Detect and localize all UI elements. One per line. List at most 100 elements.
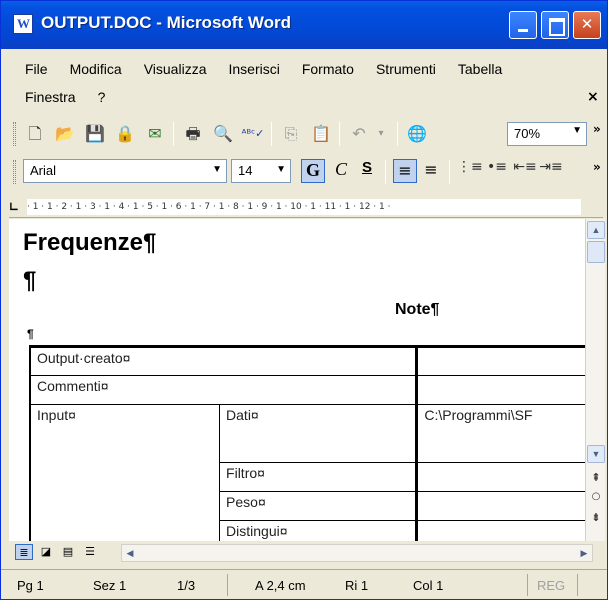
previous-page-icon[interactable]: ⇞	[588, 471, 604, 487]
toolbar-grip[interactable]	[13, 122, 16, 146]
scroll-up-icon[interactable]: ▲	[587, 221, 605, 239]
scroll-right-icon[interactable]: ▶	[576, 545, 592, 561]
horizontal-ruler[interactable]: ∟ · 1 · 1 · 2 · 1 · 3 · 1 · 4 · 1 · 5 · …	[9, 196, 603, 218]
print-icon[interactable]: 🖶	[181, 122, 205, 146]
print-layout-icon[interactable]: ▤	[59, 544, 77, 560]
table-cell[interactable]	[29, 462, 221, 492]
table-cell[interactable]: Filtro¤	[219, 462, 418, 492]
status-pages: 1/3	[177, 578, 196, 593]
table-cell[interactable]: Distingui¤	[219, 520, 418, 541]
tab-selector-icon[interactable]: ∟	[9, 199, 23, 215]
table-cell[interactable]	[415, 375, 585, 405]
email-icon[interactable]: ✉	[143, 122, 167, 146]
toolbar-grip[interactable]	[13, 160, 16, 184]
menu-strumenti[interactable]: Strumenti	[365, 61, 447, 77]
separator	[397, 122, 398, 146]
hyperlink-icon[interactable]: 🌐	[405, 122, 429, 146]
permission-icon[interactable]: 🔒	[113, 122, 137, 146]
browse-object-icon[interactable]: ○	[588, 491, 604, 507]
horizontal-scrollbar[interactable]: ◀ ▶	[121, 544, 593, 562]
window-title: OUTPUT.DOC - Microsoft Word	[41, 13, 291, 32]
menu-file[interactable]: File	[19, 61, 59, 77]
menu-help[interactable]: ?	[87, 89, 117, 105]
table-cell[interactable]	[219, 345, 418, 376]
numbering-icon[interactable]: ⋮≡	[457, 159, 483, 183]
table-row: Peso¤	[29, 491, 585, 521]
table-cell[interactable]: Peso¤	[219, 491, 418, 521]
divider	[527, 574, 528, 596]
bullets-icon[interactable]: •≡	[485, 159, 509, 183]
bold-button[interactable]: G	[301, 159, 325, 183]
next-page-icon[interactable]: ⇟	[588, 511, 604, 527]
font-name-value: Arial	[30, 163, 57, 178]
status-page: Pg 1	[17, 578, 44, 593]
table-cell[interactable]: Dati¤	[219, 404, 418, 463]
outline-view-icon[interactable]: ☰	[81, 544, 99, 560]
open-folder-icon[interactable]: 📂	[53, 122, 77, 146]
scroll-left-icon[interactable]: ◀	[122, 545, 138, 561]
table-cell[interactable]	[219, 375, 418, 405]
empty-paragraph: ¶	[23, 267, 37, 294]
undo-icon[interactable]: ↶	[347, 122, 371, 146]
table-cell[interactable]: Output·creato¤	[29, 345, 220, 376]
close-document-button[interactable]: ×	[587, 89, 599, 105]
document-heading: Frequenze¶	[23, 229, 157, 256]
separator	[173, 122, 174, 146]
normal-view-icon[interactable]: ≣	[15, 544, 33, 560]
title-bar[interactable]: OUTPUT.DOC - Microsoft Word ✕	[1, 1, 607, 49]
table-cell[interactable]: C:\Programmi\SF	[415, 404, 585, 463]
menu-row-1: File Modifica Visualizza Inserisci Forma…	[19, 61, 513, 77]
toolbar-options-icon[interactable]: »	[593, 122, 601, 136]
align-left-icon[interactable]: ≡	[393, 159, 417, 183]
table-cell[interactable]: 0:	[415, 345, 585, 376]
table-row: Commenti¤	[29, 375, 585, 405]
web-layout-icon[interactable]: ◪	[37, 544, 55, 560]
scroll-down-icon[interactable]: ▼	[587, 445, 605, 463]
divider	[227, 574, 228, 596]
menu-tabella[interactable]: Tabella	[447, 61, 513, 77]
word-document-icon[interactable]	[13, 14, 33, 34]
table-cell[interactable]	[415, 462, 585, 492]
menu-visualizza[interactable]: Visualizza	[133, 61, 218, 77]
print-preview-icon[interactable]: 🔍	[211, 122, 235, 146]
chevron-down-icon: ▼	[212, 164, 222, 175]
scroll-thumb[interactable]	[587, 241, 605, 263]
decrease-indent-icon[interactable]: ⇤≡	[513, 159, 537, 183]
menu-modifica[interactable]: Modifica	[59, 61, 133, 77]
italic-button[interactable]: C	[329, 159, 353, 183]
formatting-toolbar: Arial ▼ 14 ▼ G C S ≡ ≡ ⋮≡ •≡ ⇤≡ ⇥≡ »	[9, 154, 607, 190]
copy-icon[interactable]: ⎘	[279, 122, 303, 146]
align-center-icon[interactable]: ≡	[419, 159, 443, 183]
toolbar-options-icon[interactable]: »	[593, 160, 601, 174]
minimize-button[interactable]	[509, 11, 537, 39]
ruler-scale: · 1 · 1 · 2 · 1 · 3 · 1 · 4 · 1 · 5 · 1 …	[27, 199, 581, 215]
menu-formato[interactable]: Formato	[291, 61, 365, 77]
zoom-dropdown[interactable]: 70% ▼	[507, 122, 587, 146]
new-document-icon[interactable]: 🗋	[23, 122, 47, 146]
increase-indent-icon[interactable]: ⇥≡	[539, 159, 563, 183]
menu-inserisci[interactable]: Inserisci	[217, 61, 290, 77]
document-area[interactable]: Frequenze¶ ¶ Note¶ ¶ Output·creato¤ 0: C…	[9, 219, 585, 541]
table-cell[interactable]: Commenti¤	[29, 375, 220, 405]
status-record-macro[interactable]: REG	[537, 578, 565, 593]
table-cell[interactable]	[29, 520, 221, 541]
menu-row-2: Finestra ?	[19, 89, 116, 105]
close-button[interactable]: ✕	[573, 11, 601, 39]
undo-dropdown-icon[interactable]: ▾	[369, 122, 393, 146]
font-name-dropdown[interactable]: Arial ▼	[23, 159, 227, 183]
table-cell[interactable]	[415, 520, 585, 541]
vertical-scrollbar[interactable]: ▲ ▼ ⇞ ○ ⇟	[585, 219, 605, 541]
font-size-dropdown[interactable]: 14 ▼	[231, 159, 291, 183]
spelling-icon[interactable]: ᴬᴮᶜ✓	[241, 122, 265, 146]
paste-icon[interactable]: 📋	[309, 122, 333, 146]
maximize-button[interactable]	[541, 11, 569, 39]
save-icon[interactable]: 💾	[83, 122, 107, 146]
menu-finestra[interactable]: Finestra	[19, 89, 87, 105]
font-size-value: 14	[238, 163, 253, 178]
underline-button[interactable]: S	[355, 159, 379, 183]
table-cell[interactable]: Input¤	[29, 404, 221, 463]
chevron-down-icon: ▼	[276, 164, 286, 175]
table-row: Distingui¤	[29, 520, 585, 541]
table-cell[interactable]	[29, 491, 221, 521]
table-cell[interactable]	[415, 491, 585, 521]
